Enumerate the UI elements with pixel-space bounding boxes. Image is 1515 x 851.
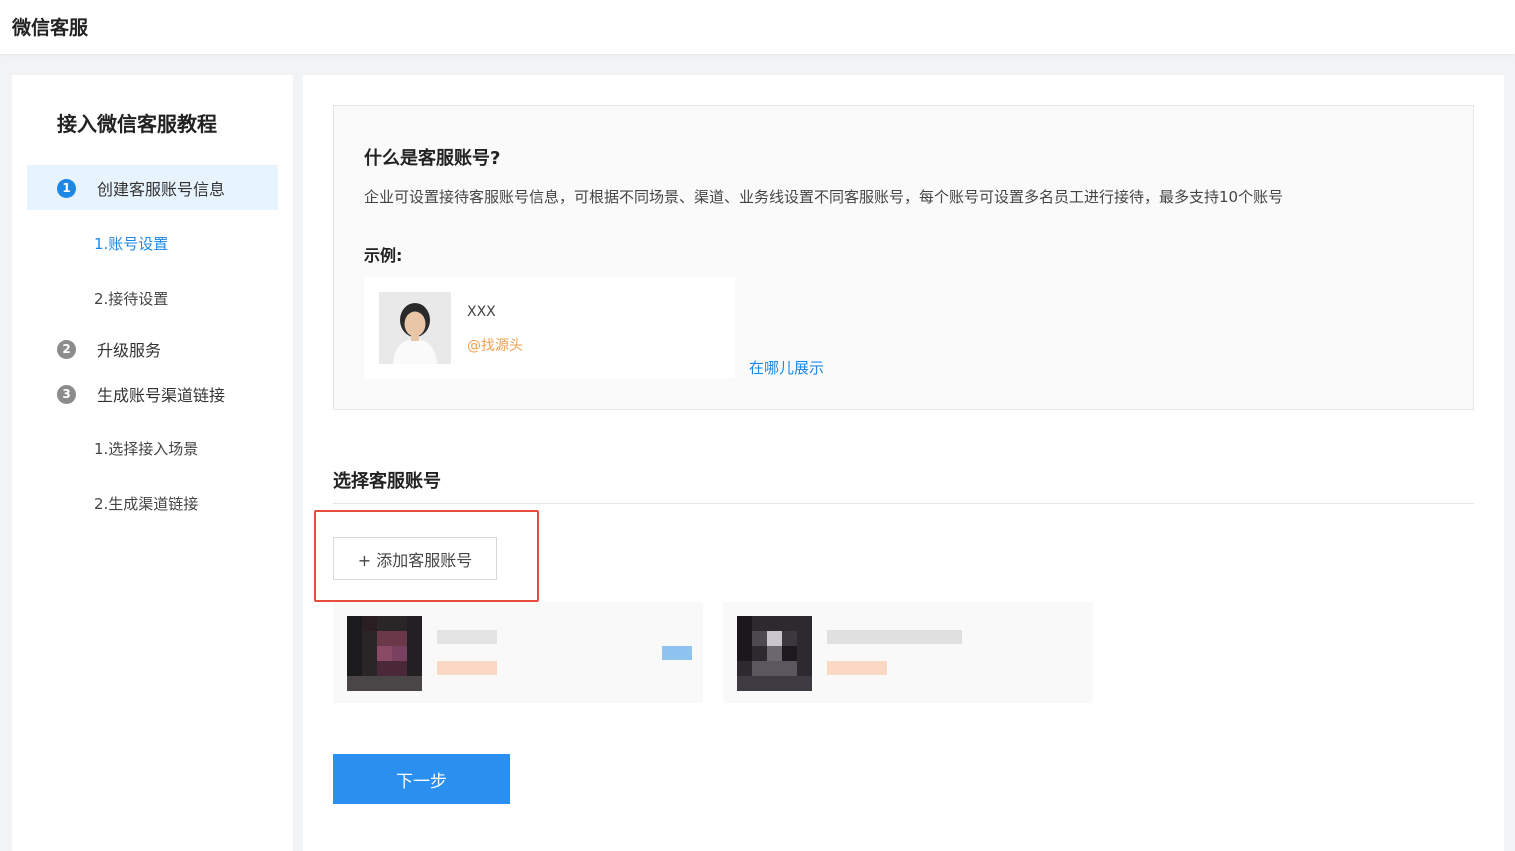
redacted-handle-bar (437, 661, 497, 675)
pixelated-avatar-icon (347, 616, 422, 691)
example-account-card: XXX @找源头 (364, 277, 735, 378)
step-upgrade-service[interactable]: 2 升级服务 (57, 337, 161, 361)
account-avatar (347, 616, 422, 691)
main-panel: 什么是客服账号? 企业可设置接待客服账号信息，可根据不同场景、渠道、业务线设置不… (303, 75, 1504, 851)
substep-generate-link[interactable]: 2.生成渠道链接 (94, 493, 198, 514)
substep-select-scene[interactable]: 1.选择接入场景 (94, 438, 198, 459)
section-divider (333, 503, 1474, 504)
step-create-account[interactable]: 1 创建客服账号信息 (57, 176, 225, 200)
example-handle: @找源头 (467, 338, 523, 354)
redacted-handle-bar (827, 661, 887, 675)
substep-account-settings[interactable]: 1.账号设置 (94, 233, 168, 254)
account-card[interactable] (723, 602, 1093, 703)
tutorial-sidebar: 接入微信客服教程 1 创建客服账号信息 1.账号设置 2.接待设置 2 升级服务… (12, 75, 293, 851)
step-number-badge: 1 (57, 178, 76, 198)
account-avatar (737, 616, 812, 691)
example-avatar (379, 292, 451, 364)
redacted-name-bar (437, 630, 497, 644)
top-bar: 微信客服 (0, 0, 1515, 54)
info-description: 企业可设置接待客服账号信息，可根据不同场景、渠道、业务线设置不同客服账号，每个账… (364, 188, 1284, 206)
next-step-button[interactable]: 下一步 (333, 754, 510, 804)
step-number-badge: 3 (57, 384, 76, 404)
info-box: 什么是客服账号? 企业可设置接待客服账号信息，可根据不同场景、渠道、业务线设置不… (333, 105, 1474, 410)
info-question: 什么是客服账号? (364, 148, 501, 169)
redacted-badge-bar (662, 646, 692, 660)
step-number-badge: 2 (57, 339, 76, 359)
step-generate-channel-link[interactable]: 3 生成账号渠道链接 (57, 382, 225, 406)
step-label: 生成账号渠道链接 (97, 386, 226, 405)
where-displayed-link[interactable]: 在哪儿展示 (749, 357, 824, 378)
substep-reception-settings[interactable]: 2.接待设置 (94, 288, 168, 309)
step-label: 升级服务 (97, 341, 162, 360)
sidebar-title: 接入微信客服教程 (57, 112, 217, 136)
example-name: XXX (467, 304, 496, 320)
account-card[interactable] (333, 602, 703, 703)
redacted-name-bar (827, 630, 962, 644)
app-title: 微信客服 (12, 17, 89, 39)
person-avatar-icon (379, 292, 451, 364)
step-label: 创建客服账号信息 (97, 180, 226, 199)
example-label: 示例: (364, 246, 403, 265)
add-account-button[interactable]: + 添加客服账号 (333, 537, 497, 580)
accounts-section-title: 选择客服账号 (333, 471, 441, 492)
pixelated-avatar-icon (737, 616, 812, 691)
